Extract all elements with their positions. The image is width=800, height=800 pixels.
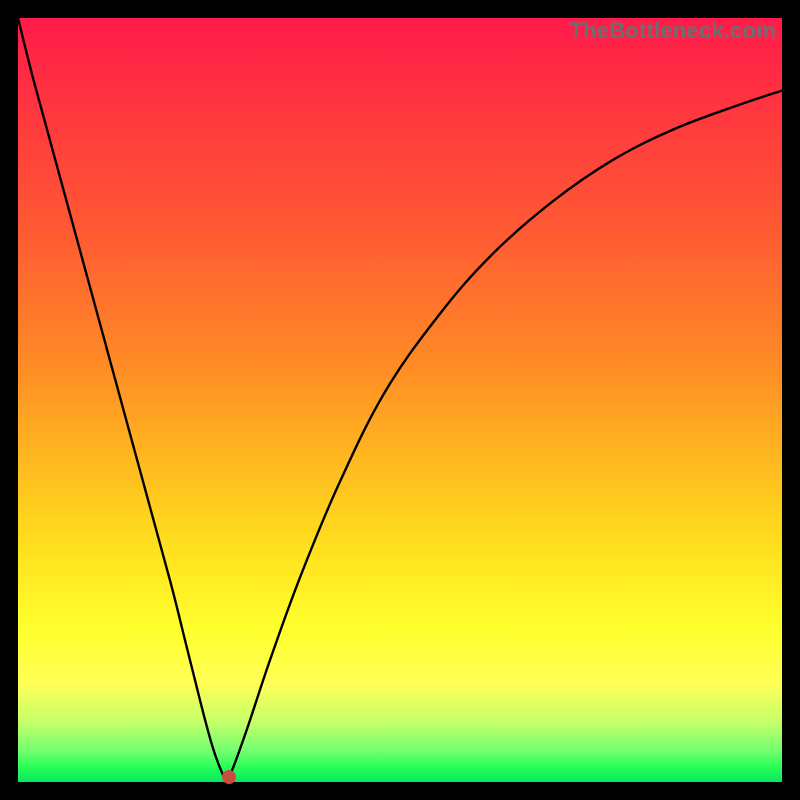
optimum-marker [222,770,236,784]
chart-container: TheBottleneck.com [0,0,800,800]
bottleneck-curve [18,18,782,779]
curve-svg [18,18,782,782]
plot-area: TheBottleneck.com [18,18,782,782]
